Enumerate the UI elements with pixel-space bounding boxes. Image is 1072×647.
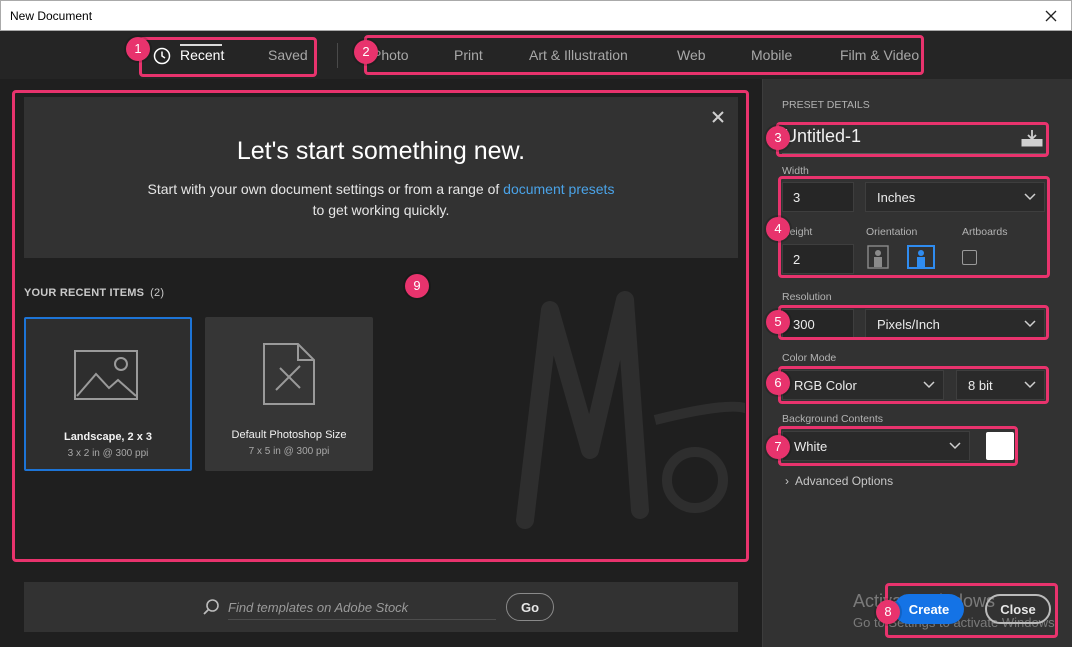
go-button[interactable]: Go: [506, 593, 554, 621]
search-icon: [203, 599, 219, 615]
stock-search-input[interactable]: [228, 596, 496, 620]
advanced-options-label: Advanced Options: [795, 474, 894, 488]
window-title: New Document: [10, 9, 93, 23]
annotation-box-7: [778, 426, 1018, 466]
annotation-box-5: [778, 305, 1049, 340]
annotation-badge-9: 9: [405, 274, 429, 298]
annotation-box-8: [885, 583, 1058, 638]
title-bar: New Document: [0, 0, 1072, 31]
annotation-badge-5: 5: [766, 310, 790, 334]
color-mode-label: Color Mode: [782, 352, 837, 364]
annotation-box-4: [778, 176, 1050, 278]
annotation-badge-2: 2: [354, 40, 378, 64]
annotation-badge-7: 7: [766, 435, 790, 459]
annotation-box-2: [364, 35, 924, 75]
resolution-label: Resolution: [782, 291, 832, 303]
annotation-box-6: [778, 366, 1049, 404]
annotation-badge-4: 4: [766, 217, 790, 241]
annotation-box-3: [776, 122, 1049, 157]
chevron-right-icon: ›: [785, 474, 789, 488]
stock-search-bar: Go: [24, 582, 738, 632]
preset-details-heading: PRESET DETAILS: [782, 99, 870, 111]
annotation-badge-3: 3: [766, 126, 790, 150]
window-close-icon[interactable]: [1041, 6, 1061, 26]
annotation-badge-8: 8: [876, 600, 900, 624]
advanced-options-toggle[interactable]: › Advanced Options: [785, 474, 893, 488]
annotation-box-1: [139, 37, 317, 77]
background-contents-label: Background Contents: [782, 413, 883, 425]
annotation-badge-1: 1: [126, 37, 150, 61]
tab-divider: [337, 43, 338, 68]
annotation-box-9: [12, 90, 749, 562]
annotation-badge-6: 6: [766, 371, 790, 395]
